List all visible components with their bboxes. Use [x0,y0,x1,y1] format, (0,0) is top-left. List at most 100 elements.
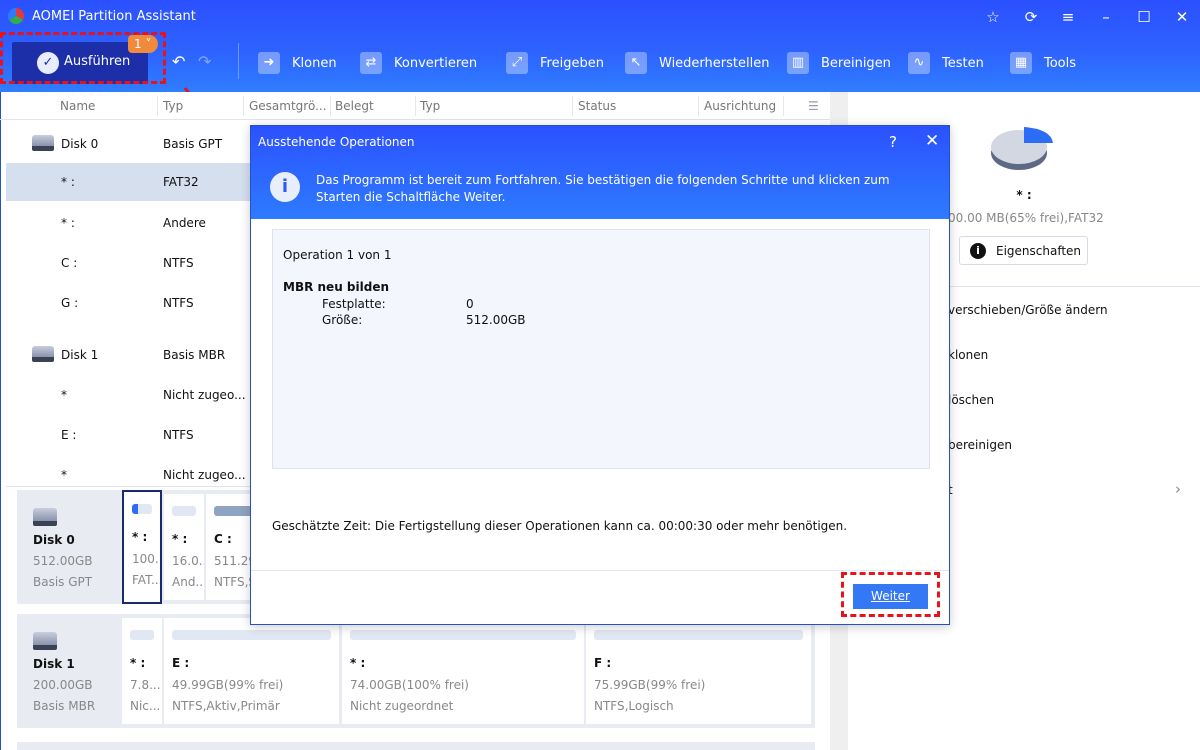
part-letter: * : [132,530,148,544]
field-value: 0 [466,297,474,311]
tool-free-space[interactable]: ⤢ Freigeben [506,50,604,76]
divider [251,570,949,571]
partition-card[interactable]: * : 7.8... Nic... [122,618,162,724]
partition-row[interactable]: * Nicht zugeo... [6,456,250,494]
part-letter: * : [350,656,366,670]
partition-row[interactable]: G : NTFS [6,284,250,322]
part-size: 16.0... [172,554,204,568]
tool-label: Konvertieren [394,55,478,71]
part-fs: FAT... [132,573,162,587]
disk-card-2 [17,742,815,750]
partition-row[interactable]: * Nicht zugeo... [6,376,250,414]
part-letter: E : [172,656,190,670]
star-icon[interactable]: ☆ [981,6,1005,28]
partition-row[interactable]: * : Andere [6,204,250,242]
row-name: G : [61,296,79,310]
pending-operations-dialog: Ausstehende Operationen ? ✕ i Das Progra… [250,125,950,625]
properties-button[interactable]: i Eigenschaften [959,236,1088,265]
col-used[interactable]: Belegt [335,99,374,113]
menu-icon[interactable]: ≡ [1056,6,1080,28]
tool-wipe[interactable]: ▥ Bereinigen [787,50,891,76]
tool-tools[interactable]: ▦ Tools [1010,50,1076,76]
partition-card[interactable]: F : 75.99GB(99% frei) NTFS,Logisch [586,618,811,724]
tool-label: Freigeben [540,55,604,71]
row-type: Andere [163,216,206,230]
pending-count-badge[interactable]: 1 ˅ [128,35,158,53]
partition-row[interactable]: C : NTFS [6,244,250,282]
clone-icon: ➜ [258,52,280,74]
row-type: Basis GPT [163,137,223,151]
divider [948,286,1200,287]
chevron-right-icon[interactable]: › [1175,480,1181,498]
row-type: Basis MBR [163,348,226,362]
col-capacity[interactable]: Gesamtgrö... [249,99,327,113]
maximize-button[interactable]: ☐ [1132,6,1156,28]
convert-icon: ⇄ [360,52,382,74]
col-fs-type[interactable]: Typ [420,99,440,113]
col-status[interactable]: Status [578,99,616,113]
partition-card[interactable]: * : 74.00GB(100% frei) Nicht zugeordnet [342,618,584,724]
action-delete[interactable]: löschen [948,393,994,407]
part-letter: F : [594,656,612,670]
part-letter: * : [172,532,188,546]
refresh-icon[interactable]: ⟳ [1019,6,1043,28]
column-settings-icon[interactable]: ☰ [808,99,819,113]
disk-name: Disk 1 [33,657,75,671]
part-size: 100.... [132,552,162,566]
next-button[interactable]: Weiter [853,584,928,609]
disk-summary[interactable]: Disk 1 200.00GB Basis MBR [17,614,121,728]
undo-icon[interactable]: ↶ [172,52,185,71]
toolbar: ✓ Ausführen 1 ˅ ↶ ↷ ➜ Klonen ⇄ Konvertiere… [0,35,1200,92]
row-type: NTFS [163,428,194,442]
properties-label: Eigenschaften [996,244,1082,258]
free-space-icon: ⤢ [506,52,528,74]
col-type[interactable]: Typ [163,99,183,113]
disk-row[interactable]: Disk 0 Basis GPT [6,125,250,163]
operations-list: Operation 1 von 1 MBR neu bilden Festpla… [272,229,930,469]
field-value: 512.00GB [466,313,526,327]
dialog-message: Das Programm ist bereit zum Fortfahren. … [316,173,890,204]
disk-size: 200.00GB [33,678,93,692]
tool-label: Testen [942,55,984,71]
disk-summary[interactable]: Disk 0 512.00GB Basis GPT [17,490,121,604]
field-label: Größe: [322,313,363,327]
col-alignment[interactable]: Ausrichtung [704,99,776,113]
partition-card[interactable]: E : 49.99GB(99% frei) NTFS,Aktiv,Primär [164,618,339,724]
disk-icon [33,632,57,650]
disk-size: 512.00GB [33,554,93,568]
disk-icon [32,135,54,151]
partition-card[interactable]: * : 100.... FAT... [122,490,162,604]
dialog-close-icon[interactable]: ✕ [925,131,939,151]
toolbar-divider [238,43,239,79]
action-wipe[interactable]: bereinigen [948,438,1012,452]
action-resize[interactable]: verschieben/Größe ändern [948,303,1108,317]
row-name: Disk 0 [61,137,99,151]
redo-icon[interactable]: ↷ [198,52,211,71]
row-type: Nicht zugeo... [163,388,246,402]
row-type: FAT32 [163,175,199,189]
row-name: * : [61,175,75,189]
part-letter: * : [130,656,146,670]
tool-label: Klonen [292,55,337,71]
close-button[interactable]: ✕ [1170,6,1194,28]
row-name: * [61,388,67,402]
partition-row[interactable]: E : NTFS [6,416,250,454]
tool-clone[interactable]: ➜ Klonen [258,50,337,76]
col-name[interactable]: Name [60,99,95,113]
header: AOMEI Partition Assistant ☆ ⟳ ≡ – ☐ ✕ ✓ … [0,0,1200,92]
partition-row[interactable]: * : FAT32 [6,163,250,201]
row-type: Nicht zugeo... [163,468,246,482]
tool-test[interactable]: ∿ Testen [908,50,984,76]
partition-card[interactable]: * : 16.0... And... [164,494,204,600]
tool-label: Wiederherstellen [659,55,770,71]
tool-recover[interactable]: ↖ Wiederherstellen [625,50,769,76]
help-icon[interactable]: ? [889,133,897,151]
disk-icon [33,508,57,526]
row-name: * [61,468,67,482]
tool-convert[interactable]: ⇄ Konvertieren [360,50,477,76]
recover-icon: ↖ [625,52,647,74]
minimize-button[interactable]: – [1094,6,1118,28]
action-clone[interactable]: klonen [948,348,988,362]
disk-row[interactable]: Disk 1 Basis MBR [6,336,250,374]
apply-label: Ausführen [64,54,131,69]
